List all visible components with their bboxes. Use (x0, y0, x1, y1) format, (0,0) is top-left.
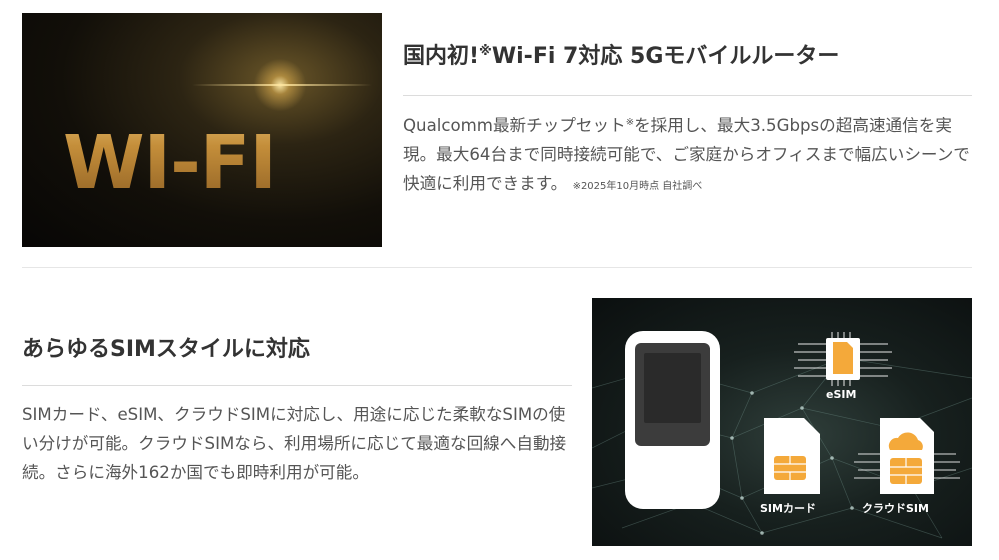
router-icon (625, 331, 720, 509)
title-prefix: 国内初! (403, 44, 480, 69)
section-title-sim: あらゆるSIMスタイルに対応 (22, 337, 310, 362)
router-screen (635, 343, 710, 446)
sim-card-icon (764, 418, 820, 494)
title-suffix: Wi-Fi 7対応 5Gモバイルルーター (491, 44, 840, 69)
esim-label: eSIM (826, 388, 857, 401)
body-text-1: Qualcomm最新チップセット (403, 116, 626, 135)
section-body-wifi7: Qualcomm最新チップセット※を採用し、最大3.5Gbpsの超高速通信を実現… (403, 111, 973, 201)
cloud-sim-icon (854, 418, 960, 494)
wifi7-promo-image: WI-FI7 (22, 13, 382, 247)
wifi7-logo: WI-FI7 (22, 91, 382, 213)
footnote-mark: ※ (479, 44, 492, 60)
section-title-wifi7: 国内初!※Wi-Fi 7対応 5Gモバイルルーター (403, 38, 983, 70)
light-streak (192, 84, 372, 86)
section-divider (22, 267, 972, 268)
footnote-mark: ※ (625, 117, 635, 129)
wifi7-logo-main: WI-FI (62, 120, 276, 206)
esim-chip-icon (794, 332, 892, 386)
sim-styles-image: eSIM SIMカード クラウドSIM (592, 298, 972, 546)
cloud-sim-label: クラウドSIM (862, 502, 929, 515)
title-rule (22, 385, 572, 386)
wifi7-logo-number: 7 (275, 101, 342, 223)
sim-card-label: SIMカード (760, 502, 816, 515)
footnote-note: ※2025年10月時点 自社調べ (572, 181, 703, 192)
title-rule (403, 95, 972, 96)
section-body-sim: SIMカード、eSIM、クラウドSIMに対応し、用途に応じた柔軟なSIMの使い分… (22, 405, 567, 482)
